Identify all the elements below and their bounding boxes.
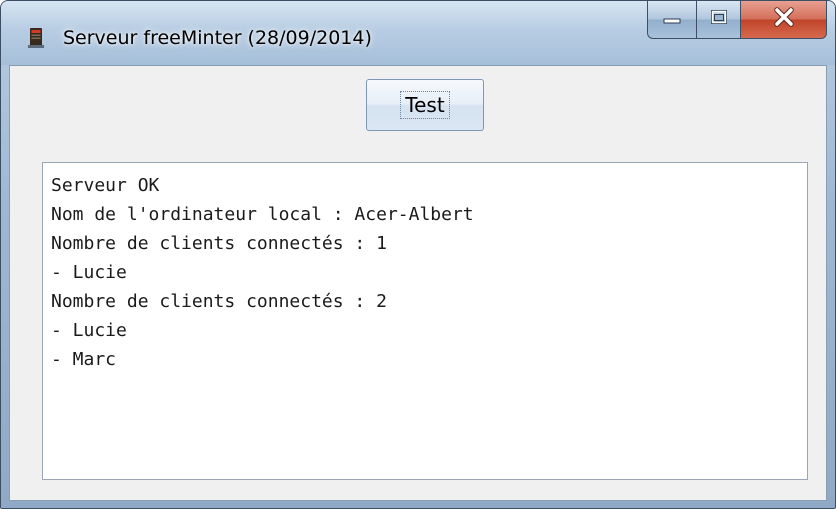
client-area: Test Serveur OK Nom de l'ordinateur loca… (9, 65, 827, 501)
minimize-button[interactable] (647, 1, 697, 39)
minimize-icon (663, 11, 681, 29)
maximize-button[interactable] (697, 1, 741, 39)
output-line: - Lucie (51, 262, 127, 283)
output-line: Nom de l'ordinateur local : Acer-Albert (51, 204, 474, 225)
title-bar[interactable]: Serveur freeMinter (28/09/2014) (1, 1, 835, 65)
window-title: Serveur freeMinter (28/09/2014) (63, 27, 372, 49)
maximize-icon (710, 9, 728, 30)
app-window: Serveur freeMinter (28/09/2014) Test Ser… (0, 0, 836, 509)
output-text-area[interactable]: Serveur OK Nom de l'ordinateur local : A… (42, 162, 808, 480)
server-app-icon[interactable] (27, 27, 45, 49)
output-line: - Lucie (51, 320, 127, 341)
test-button[interactable]: Test (366, 79, 484, 131)
output-line: Nombre de clients connectés : 2 (51, 291, 387, 312)
close-icon (773, 7, 795, 32)
output-line: - Marc (51, 349, 117, 370)
test-button-label: Test (400, 91, 450, 119)
output-line: Serveur OK (51, 175, 160, 196)
caption-buttons (647, 1, 827, 39)
close-button[interactable] (741, 1, 827, 39)
output-line: Nombre de clients connectés : 1 (51, 233, 387, 254)
